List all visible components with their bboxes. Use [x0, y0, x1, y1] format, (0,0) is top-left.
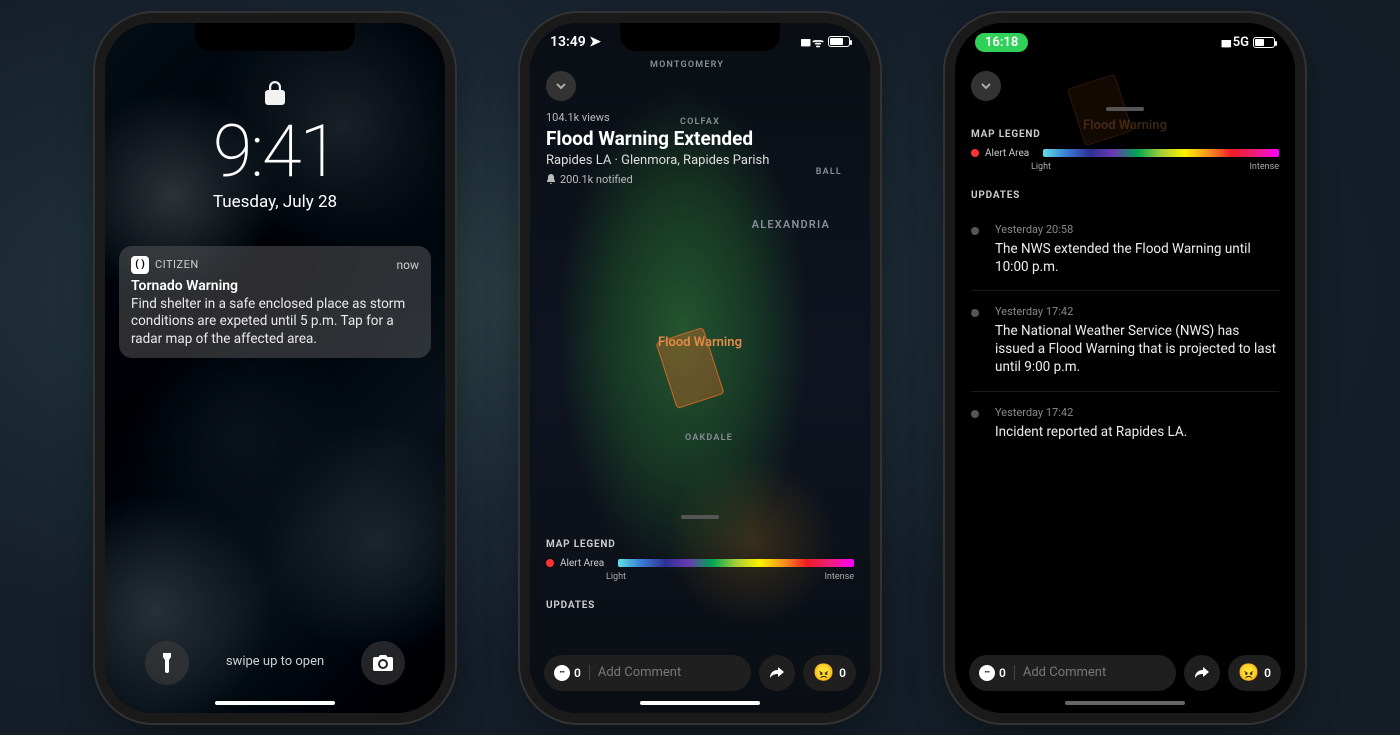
status-indicators: 5G: [1221, 35, 1275, 50]
updates-heading: UPDATES: [971, 190, 1279, 201]
signal-icon: [800, 34, 808, 49]
reaction-button[interactable]: 😠 0: [803, 655, 856, 691]
comment-input-placeholder: Add Comment: [589, 665, 681, 680]
timeline-dot-icon: [971, 227, 979, 235]
update-text: The National Weather Service (NWS) has i…: [995, 322, 1279, 377]
battery-icon: [828, 36, 850, 47]
sheet-drag-handle[interactable]: [681, 515, 719, 519]
phone-incident-updates: Flood Warning 16:18 5G MAP LEGEND Alert …: [955, 23, 1295, 713]
notification-timestamp: now: [397, 258, 420, 272]
update-timestamp: Yesterday 17:42: [995, 406, 1187, 419]
alert-area-dot-icon: [971, 149, 979, 157]
lock-icon: [105, 81, 445, 110]
updates-heading: UPDATES: [546, 600, 854, 611]
comment-count: 0: [574, 666, 581, 680]
timeline-dot-icon: [971, 410, 979, 418]
timeline-dot-icon: [971, 309, 979, 317]
incident-location: Rapides LA · Glenmora, Rapides Parish: [546, 153, 854, 168]
legend-title: MAP LEGEND: [546, 539, 854, 550]
legend-alert-area: Alert Area: [560, 558, 604, 569]
battery-icon: [1253, 37, 1275, 48]
share-button[interactable]: [759, 655, 795, 691]
share-button[interactable]: [1184, 655, 1220, 691]
angry-emoji-icon: 😠: [813, 663, 834, 683]
alert-area-dot-icon: [546, 559, 554, 567]
legend-alert-area: Alert Area: [985, 148, 1029, 159]
comment-count: 0: [999, 666, 1006, 680]
notification-app-icon: ( ): [131, 256, 149, 274]
flashlight-button[interactable]: [145, 641, 189, 685]
home-indicator[interactable]: [215, 701, 335, 705]
phone-lockscreen: 9:41 Tuesday, July 28 ( ) CITIZEN now To…: [105, 23, 445, 713]
home-indicator[interactable]: [640, 701, 760, 705]
comment-icon: [554, 665, 570, 681]
update-item[interactable]: Yesterday 17:42 Incident reported at Rap…: [971, 391, 1279, 455]
incident-title: Flood Warning Extended: [546, 127, 854, 150]
phone-incident-map: MONTGOMERY COLFAX BALL ALEXANDRIA OAKDAL…: [530, 23, 870, 713]
update-item[interactable]: Yesterday 17:42 The National Weather Ser…: [971, 290, 1279, 391]
update-text: The NWS extended the Flood Warning until…: [995, 240, 1279, 276]
status-indicators: ᯤ: [800, 33, 850, 51]
intensity-gradient: [1043, 149, 1279, 157]
legend-light: Light: [1031, 162, 1051, 172]
sheet-drag-handle[interactable]: [1106, 107, 1144, 111]
notification-app-name: CITIZEN: [155, 258, 199, 271]
view-count: 104.1k views: [546, 111, 854, 124]
comment-input-placeholder: Add Comment: [1014, 665, 1106, 680]
legend-intense: Intense: [1249, 162, 1279, 172]
update-text: Incident reported at Rapides LA.: [995, 423, 1187, 441]
reaction-count: 0: [1264, 666, 1271, 680]
reaction-count: 0: [839, 666, 846, 680]
angry-emoji-icon: 😠: [1238, 663, 1259, 683]
collapse-button[interactable]: [971, 71, 1001, 101]
update-item[interactable]: Yesterday 20:58 The NWS extended the Flo…: [971, 223, 1279, 290]
camera-button[interactable]: [361, 641, 405, 685]
signal-icon: [1221, 35, 1229, 50]
status-time-active[interactable]: 16:18: [975, 33, 1028, 52]
intensity-gradient: [618, 559, 854, 567]
map-label: ALEXANDRIA: [752, 218, 830, 231]
legend-light: Light: [606, 572, 626, 582]
network-label: 5G: [1233, 35, 1249, 50]
bell-icon: [546, 174, 556, 184]
notification-body: Find shelter in a safe enclosed place as…: [131, 296, 419, 349]
update-timestamp: Yesterday 20:58: [995, 223, 1279, 236]
status-time: 13:49 ➤: [550, 34, 601, 50]
map-label: MONTGOMERY: [650, 60, 724, 70]
notified-count: 200.1k notified: [546, 173, 854, 186]
comment-icon: [979, 665, 995, 681]
lock-date: Tuesday, July 28: [105, 192, 445, 212]
notification-card[interactable]: ( ) CITIZEN now Tornado Warning Find she…: [119, 246, 431, 359]
map-label: OAKDALE: [685, 433, 733, 443]
home-indicator[interactable]: [1065, 701, 1185, 705]
wifi-icon: ᯤ: [812, 33, 824, 51]
notification-title: Tornado Warning: [131, 278, 419, 294]
update-timestamp: Yesterday 17:42: [995, 305, 1279, 318]
legend-title: MAP LEGEND: [971, 129, 1279, 140]
comment-bar[interactable]: 0 Add Comment: [969, 655, 1176, 691]
lock-time: 9:41: [105, 116, 445, 188]
comment-bar[interactable]: 0 Add Comment: [544, 655, 751, 691]
collapse-button[interactable]: [546, 71, 576, 101]
alert-area-label: Flood Warning: [530, 335, 870, 350]
reaction-button[interactable]: 😠 0: [1228, 655, 1281, 691]
updates-list: Yesterday 20:58 The NWS extended the Flo…: [971, 223, 1279, 455]
legend-intense: Intense: [824, 572, 854, 582]
